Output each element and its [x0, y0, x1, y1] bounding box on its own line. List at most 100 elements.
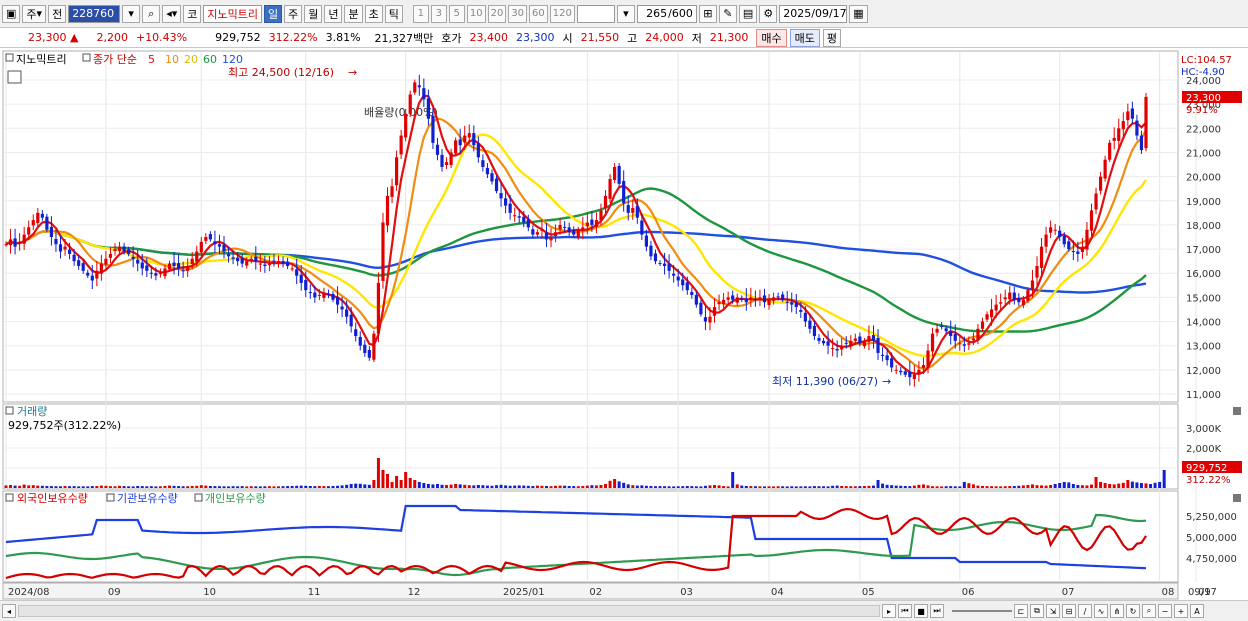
zoom-icon[interactable]: ⊞ — [698, 4, 717, 23]
volume-value: 929,752 — [215, 31, 261, 44]
volume-bar — [1003, 486, 1007, 488]
volume-bar — [422, 483, 426, 488]
candle-body — [576, 229, 580, 238]
volume-bar — [295, 485, 299, 488]
candle-body — [1094, 193, 1098, 210]
quote-label: 호가 — [441, 31, 462, 45]
refresh-icon[interactable]: ↻ — [1126, 604, 1140, 618]
candle-body — [699, 302, 703, 315]
volume-bar — [1067, 482, 1071, 488]
date-input[interactable]: 2025/09/17 — [779, 4, 848, 23]
interval-10[interactable]: 10 — [466, 4, 486, 23]
candle-body — [236, 257, 240, 262]
candle-body — [608, 179, 612, 199]
sell-button[interactable]: 매도 — [789, 28, 820, 47]
volume-bar — [585, 485, 589, 488]
candle-body — [199, 241, 203, 253]
volume-bar — [1053, 484, 1057, 488]
magnet-icon[interactable]: ⋔ — [1110, 604, 1124, 618]
tab-week[interactable]: 주 — [284, 4, 303, 23]
candle-body — [158, 273, 163, 275]
tab-minute[interactable]: 분 — [344, 4, 363, 23]
compare-icon[interactable]: ⊟ — [1062, 604, 1076, 618]
holdings-close-icon[interactable] — [1233, 494, 1241, 502]
stock-chart[interactable]: 지노믹트리 종가 단순 5 10 20 60 120 최고 24,500 (12… — [0, 48, 1248, 600]
stock-name[interactable]: 지노믹트리 — [203, 4, 262, 23]
volume-bar — [231, 486, 235, 488]
grid-toggle-icon[interactable] — [7, 70, 22, 84]
volume-close-icon[interactable] — [1233, 407, 1241, 415]
zoom-out-icon[interactable]: − — [1158, 604, 1172, 618]
copy-icon[interactable]: ⧉ — [1030, 604, 1044, 618]
stop-icon[interactable]: ■ — [914, 604, 928, 618]
calendar-icon[interactable]: ▦ — [849, 4, 868, 23]
candle-body — [444, 162, 449, 166]
interval-dropdown-icon[interactable]: ▾ — [616, 4, 635, 23]
search-icon[interactable]: ⌕ — [142, 4, 161, 23]
x-axis-label: 09 — [108, 587, 121, 598]
candle-body — [1039, 246, 1044, 268]
volume-bar — [681, 486, 685, 488]
volume-bar — [290, 486, 294, 488]
candle-body — [599, 210, 603, 221]
tab-month[interactable]: 월 — [304, 4, 323, 23]
volume-bar — [549, 486, 553, 488]
trade-amount: 21,327백만 — [374, 31, 434, 45]
interval-1[interactable]: 1 — [412, 4, 429, 23]
window-icon[interactable]: ▣ — [2, 4, 21, 23]
line-tool-icon[interactable]: ∕ — [1078, 604, 1092, 618]
count-input[interactable]: 265/600 — [636, 4, 697, 23]
volume-value-label: 929,752주(312.22%) — [8, 419, 121, 432]
interval-30[interactable]: 30 — [508, 4, 528, 23]
candle-body — [590, 219, 594, 225]
volume-bar — [95, 486, 99, 488]
interval-20[interactable]: 20 — [487, 4, 507, 23]
tab-year[interactable]: 년 — [324, 4, 343, 23]
volume-bar — [49, 486, 53, 488]
zoom-slider[interactable] — [952, 610, 1012, 612]
buy-button[interactable]: 매수 — [756, 28, 787, 47]
tab-tick[interactable]: 틱 — [384, 4, 403, 23]
volume-bar — [717, 485, 721, 488]
candle-body — [154, 273, 158, 276]
interval-3[interactable]: 3 — [430, 4, 447, 23]
volume-bar — [931, 486, 935, 488]
interval-120[interactable]: 120 — [549, 4, 575, 23]
search-tool-icon[interactable]: ⌕ — [1142, 604, 1156, 618]
stock-code-input[interactable]: 228760 — [68, 4, 121, 23]
market-select[interactable]: 주 ▾ — [22, 4, 47, 23]
ma5-label: 5 — [148, 53, 155, 66]
font-size-icon[interactable]: A — [1190, 604, 1204, 618]
candle-body — [231, 257, 235, 259]
candle-body — [603, 195, 608, 209]
bottom-scrollbar[interactable]: ◂ ▸ ⏮ ■ ⏭ ⊏ ⧉ ⇲ ⊟ ∕ ∿ ⋔ ↻ ⌕ − + A — [0, 600, 1248, 621]
interval-60[interactable]: 60 — [529, 4, 548, 23]
tab-second[interactable]: 초 — [364, 4, 383, 23]
layout-icon[interactable]: ⊏ — [1014, 604, 1028, 618]
scroll-track[interactable] — [18, 605, 880, 617]
candle-body — [799, 309, 803, 312]
tab-day[interactable]: 일 — [263, 4, 283, 23]
candle-body — [1139, 135, 1144, 151]
eval-button[interactable]: 평 — [822, 28, 842, 47]
candle-body — [908, 371, 912, 378]
wave-tool-icon[interactable]: ∿ — [1094, 604, 1108, 618]
last-page-icon[interactable]: ⏭ — [930, 604, 944, 618]
export-icon[interactable]: ⇲ — [1046, 604, 1060, 618]
scroll-left-icon[interactable]: ◂ — [2, 604, 16, 618]
first-page-icon[interactable]: ⏮ — [898, 604, 912, 618]
zoom-in-icon[interactable]: + — [1174, 604, 1188, 618]
prev-button[interactable]: 전 — [48, 4, 67, 23]
candle-body — [622, 180, 626, 204]
interval-custom-input[interactable] — [576, 4, 615, 23]
candle-body — [222, 244, 226, 252]
dropdown-arrow-icon[interactable]: ▾ — [122, 4, 141, 23]
settings-gear-icon[interactable]: ⚙ — [759, 4, 778, 23]
save-icon[interactable]: ▤ — [738, 4, 758, 23]
scroll-right-icon[interactable]: ▸ — [882, 604, 896, 618]
type-button[interactable]: 코 — [183, 4, 202, 23]
draw-tool-icon[interactable]: ✎ — [718, 4, 737, 23]
volume-bar — [190, 486, 194, 488]
interval-5[interactable]: 5 — [448, 4, 465, 23]
speaker-icon[interactable]: ◂▾ — [162, 4, 182, 23]
